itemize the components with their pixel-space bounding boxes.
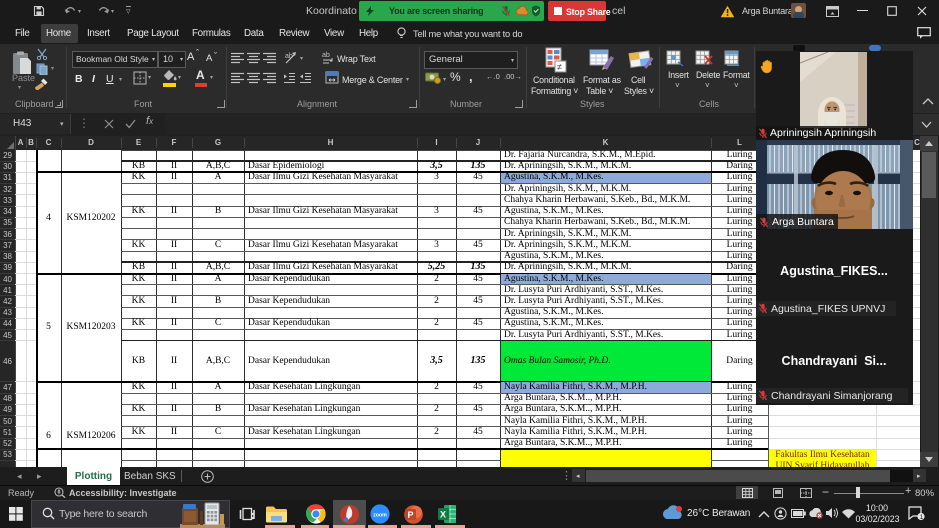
- svg-text:zoom: zoom: [373, 512, 387, 518]
- svg-text:≠: ≠: [557, 62, 562, 72]
- svg-text:ab: ab: [285, 53, 293, 60]
- svg-text:X: X: [440, 510, 446, 520]
- svg-text:P: P: [408, 510, 414, 520]
- svg-text:1: 1: [920, 514, 924, 521]
- svg-text:ab: ab: [322, 52, 330, 59]
